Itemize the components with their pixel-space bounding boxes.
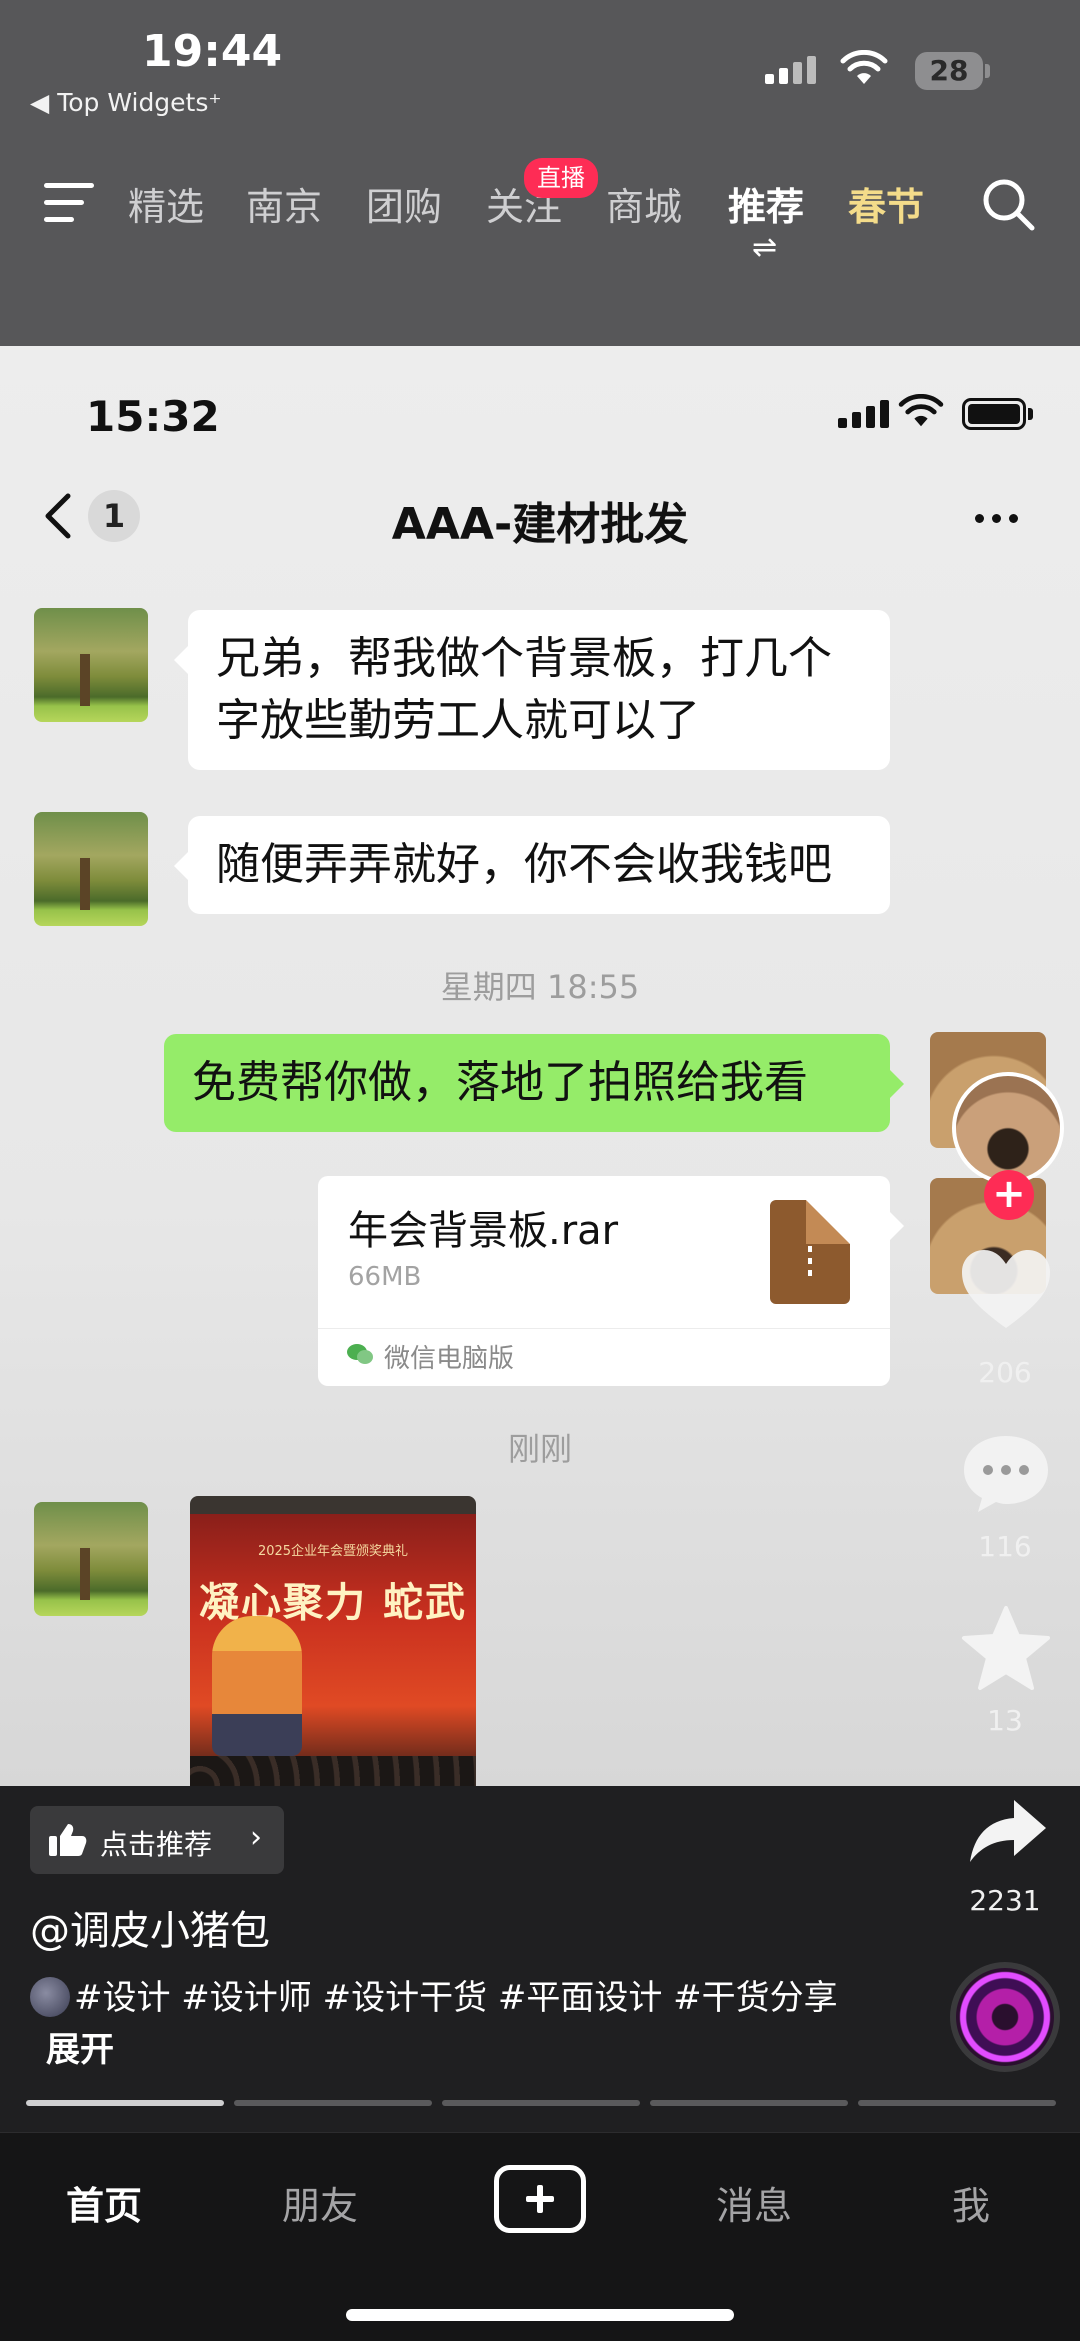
expand-link[interactable]: 展开 [46, 2030, 114, 2070]
progress-segment[interactable] [234, 2100, 432, 2106]
video-description: #设计 #设计师 #设计干货 #平面设计 #干货分享展开 [30, 1972, 850, 2076]
heart-icon[interactable] [960, 1248, 1052, 1332]
search-icon[interactable] [980, 176, 1038, 234]
photo-message[interactable]: 2025企业年会暨颁奖典礼 凝心聚力 蛇武 [190, 1496, 476, 1786]
chat-status-time: 15:32 [86, 392, 220, 441]
tab-featured[interactable]: 精选 [128, 176, 204, 231]
wifi-icon [840, 50, 888, 84]
chat-signal-icon [838, 400, 889, 428]
share-arrow-icon[interactable] [968, 1796, 1048, 1866]
moon-emoji-icon [30, 1977, 70, 2017]
message-bubble: 随便弄弄就好，你不会收我钱吧 [174, 816, 890, 914]
chat-timestamp: 刚刚 [507, 1430, 572, 1468]
progress-segment[interactable] [858, 2100, 1056, 2106]
tab-group-buy[interactable]: 团购 [366, 176, 442, 231]
tab-home[interactable]: 首页 [66, 2175, 142, 2230]
music-disc-icon[interactable] [950, 1962, 1060, 2072]
recommend-label: 点击推荐 [100, 1828, 213, 1861]
menu-icon[interactable] [44, 183, 96, 223]
battery-icon: 28 [915, 52, 983, 90]
zip-file-icon [770, 1200, 850, 1304]
follow-plus-icon[interactable]: + [984, 1170, 1034, 1220]
favorite-count: 13 [987, 1704, 1023, 1737]
chat-battery-tip [1028, 408, 1033, 420]
chat-title: AAA-建材批发 [391, 499, 689, 550]
signal-icon [765, 56, 816, 84]
star-icon[interactable] [960, 1604, 1052, 1692]
author-name[interactable]: @调皮小猪包 [30, 1898, 270, 1956]
outer-top-area: 19:44 ◀ Top Widgets⁺ 28 精选 南京 团购 关注 直播 商… [0, 0, 1080, 346]
tab-friends[interactable]: 朋友 [282, 2175, 358, 2230]
tab-nanjing[interactable]: 南京 [246, 176, 322, 231]
chevron-right-icon: › [250, 1820, 262, 1855]
chat-screenshot: 15:32 1 AAA-建材批发 兄弟，帮我做个背景板，打几个 字放些勤劳工人就… [0, 346, 1080, 1786]
crowd-silhouette [190, 1756, 476, 1786]
photo-slogan-text: 凝心聚力 蛇武 [199, 1579, 467, 1626]
tab-mall[interactable]: 商城 [606, 176, 682, 231]
creator-avatar[interactable] [952, 1072, 1064, 1184]
chat-wifi-icon [898, 394, 944, 427]
progress-segment[interactable] [442, 2100, 640, 2106]
share-count: 2231 [969, 1884, 1041, 1917]
tab-recommended[interactable]: 推荐 [728, 176, 804, 231]
back-to-app-link[interactable]: ◀ Top Widgets⁺ [30, 88, 222, 117]
thumbs-up-icon [49, 1824, 87, 1856]
message-line: 字放些勤劳工人就可以了 [216, 695, 700, 746]
worker-illustration [212, 1616, 302, 1756]
status-time: 19:44 [142, 26, 283, 77]
contact-avatar[interactable] [34, 812, 148, 926]
message-line: 免费帮你做，落地了拍照给我看 [192, 1057, 808, 1108]
like-count: 206 [978, 1356, 1032, 1389]
swap-arrows-icon: ⇌ [752, 230, 778, 265]
comment-count: 116 [978, 1530, 1032, 1563]
progress-segment[interactable] [650, 2100, 848, 2106]
tab-spring-festival[interactable]: 春节 [848, 176, 924, 231]
my-message-bubble: 免费帮你做，落地了拍照给我看 [164, 1034, 904, 1132]
recommend-button[interactable]: 点击推荐 › [30, 1806, 284, 1874]
more-icon[interactable] [975, 514, 1018, 523]
tab-messages[interactable]: 消息 [716, 2175, 792, 2230]
battery-tip [985, 64, 990, 78]
hashtags[interactable]: #设计 #设计师 #设计干货 #平面设计 #干货分享 [74, 1978, 838, 2018]
back-app-label: Top Widgets⁺ [57, 88, 222, 117]
file-name: 年会背景板.rar [348, 1208, 619, 1254]
live-badge: 直播 [524, 158, 598, 198]
video-info-panel: 点击推荐 › 2231 @调皮小猪包 #设计 #设计师 #设计干货 #平面设计 … [0, 1786, 1080, 2132]
file-divider [318, 1328, 890, 1329]
bottom-tab-bar: 首页 朋友 消息 我 [0, 2132, 1080, 2341]
file-source: 微信电脑版 [384, 1344, 515, 1374]
comment-icon[interactable] [960, 1432, 1052, 1516]
create-plus-icon[interactable] [494, 2165, 586, 2233]
progress-segment[interactable] [26, 2100, 224, 2106]
photo-header-text: 2025企业年会暨颁奖典礼 [257, 1544, 409, 1559]
message-line: 随便弄弄就好，你不会收我钱吧 [216, 839, 832, 890]
chat-timestamp: 星期四 18:55 [440, 968, 640, 1006]
tab-me[interactable]: 我 [952, 2175, 990, 2230]
home-indicator [346, 2309, 734, 2321]
wechat-icon [347, 1344, 373, 1364]
contact-avatar[interactable] [34, 1502, 148, 1616]
contact-avatar[interactable] [34, 608, 148, 722]
message-bubble: 兄弟，帮我做个背景板，打几个 字放些勤劳工人就可以了 [174, 610, 890, 770]
file-message-card[interactable]: 年会背景板.rar 66MB 微信电脑版 [318, 1176, 904, 1386]
file-size: 66MB [348, 1262, 422, 1292]
message-line: 兄弟，帮我做个背景板，打几个 [216, 633, 832, 684]
chat-battery-icon [962, 398, 1026, 430]
